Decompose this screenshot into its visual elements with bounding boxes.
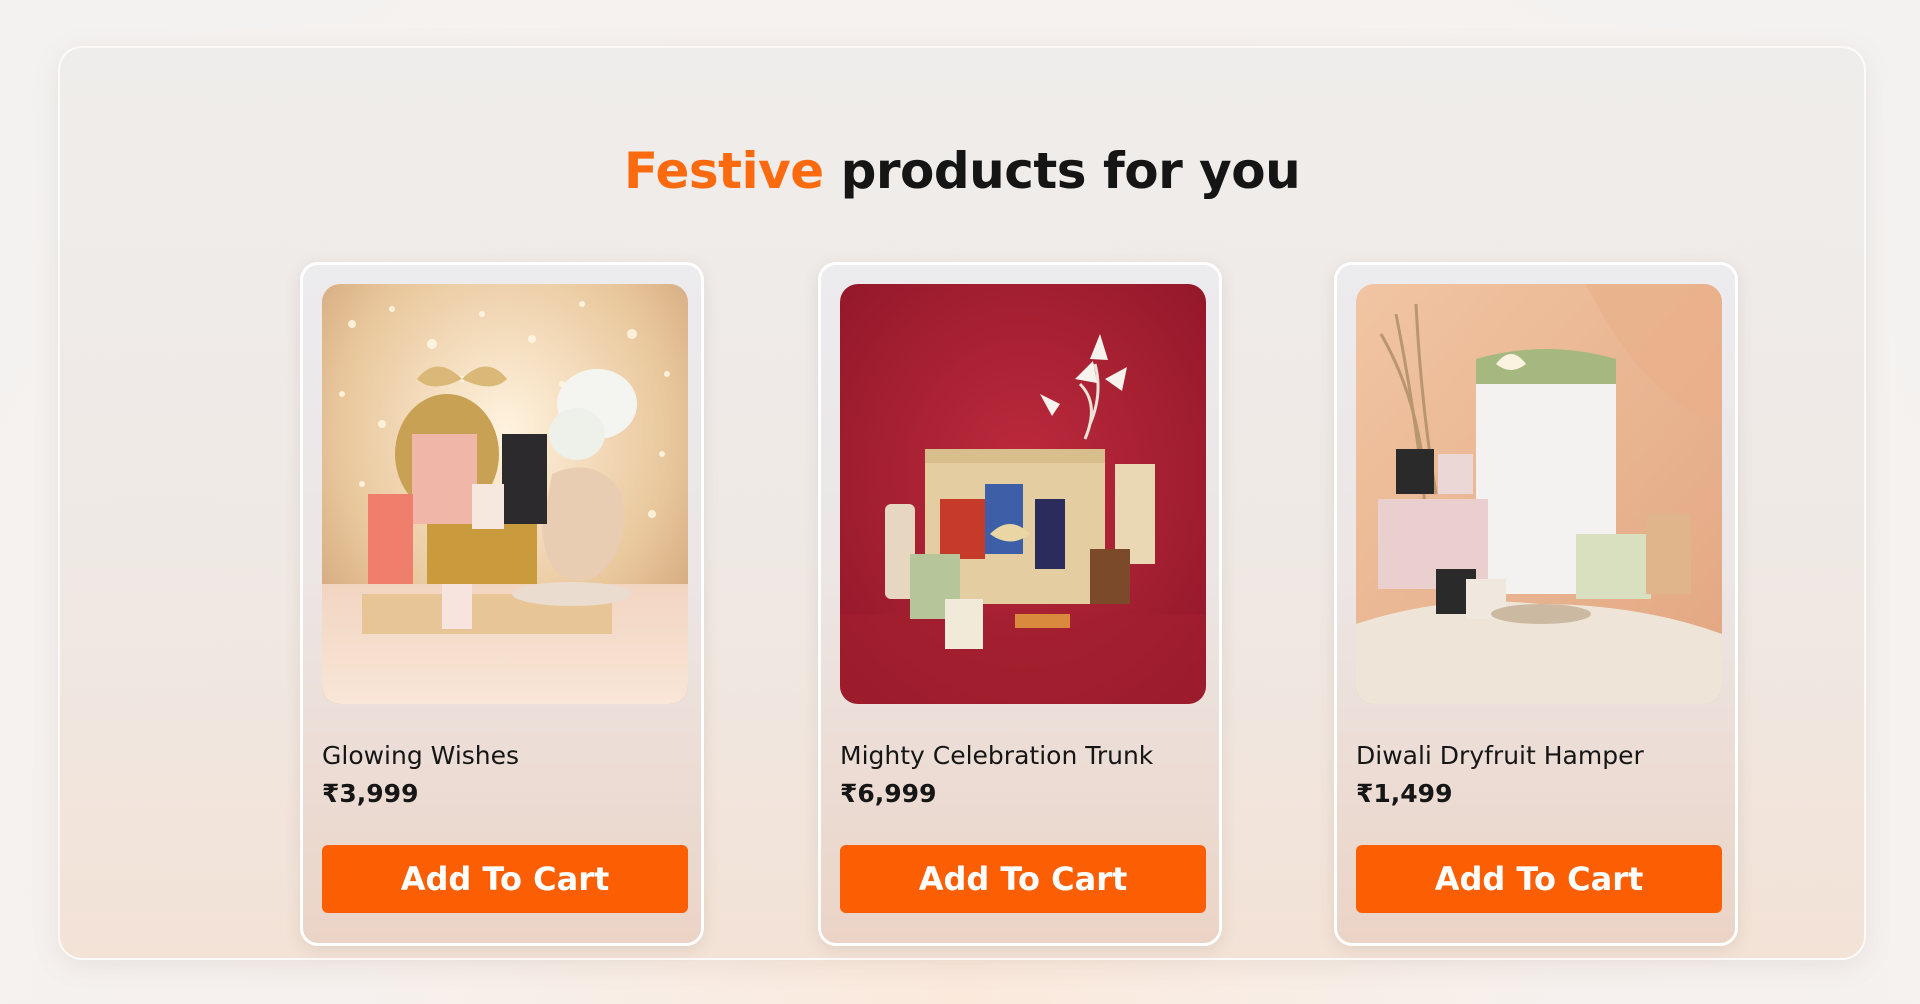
add-to-cart-button[interactable]: Add To Cart <box>840 845 1206 913</box>
product-image[interactable] <box>322 284 688 704</box>
festive-products-section: Festive products for you Glowing Wishes … <box>58 46 1866 960</box>
product-price: ₹1,499 <box>1356 779 1453 808</box>
product-name[interactable]: Glowing Wishes <box>322 741 519 770</box>
section-title: Festive products for you <box>60 142 1864 200</box>
product-name[interactable]: Diwali Dryfruit Hamper <box>1356 741 1644 770</box>
product-price: ₹3,999 <box>322 779 419 808</box>
product-card[interactable]: Glowing Wishes ₹3,999 Add To Cart <box>300 262 704 946</box>
product-image[interactable] <box>840 284 1206 704</box>
product-image[interactable] <box>1356 284 1722 704</box>
product-card[interactable]: Diwali Dryfruit Hamper ₹1,499 Add To Car… <box>1334 262 1738 946</box>
section-title-rest: products for you <box>823 142 1301 200</box>
product-price: ₹6,999 <box>840 779 937 808</box>
product-card[interactable]: Mighty Celebration Trunk ₹6,999 Add To C… <box>818 262 1222 946</box>
product-name[interactable]: Mighty Celebration Trunk <box>840 741 1153 770</box>
add-to-cart-button[interactable]: Add To Cart <box>322 845 688 913</box>
add-to-cart-button[interactable]: Add To Cart <box>1356 845 1722 913</box>
section-title-accent: Festive <box>623 142 824 200</box>
